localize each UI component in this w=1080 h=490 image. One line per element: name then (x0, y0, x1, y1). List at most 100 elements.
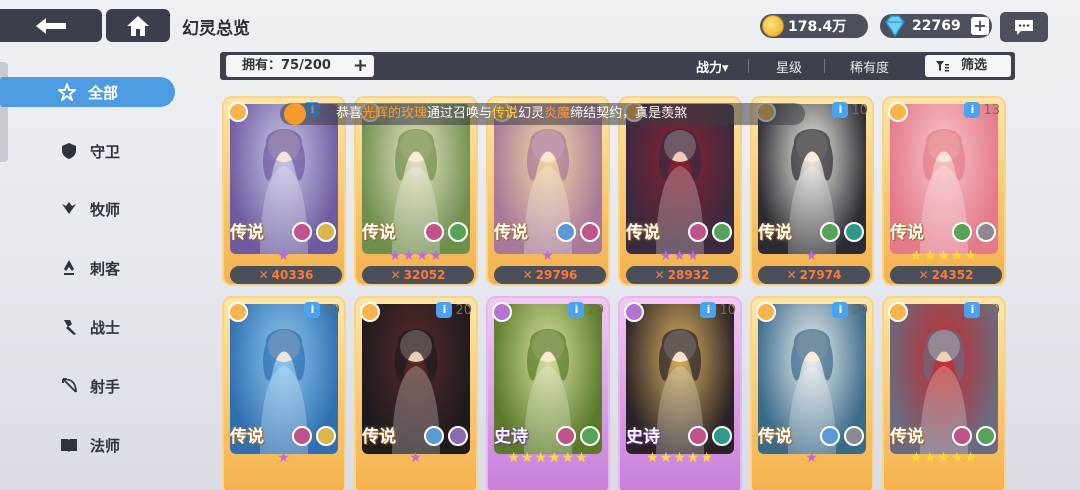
back-arrow-icon (36, 17, 66, 34)
announcement-speaker-icon (284, 103, 306, 125)
hero-stars: ★★★ (659, 248, 701, 264)
hero-card[interactable]: i 13 传说 ★★★★★ ✕ 24352 (882, 96, 1006, 286)
owned-label: 拥有：75/200 (242, 58, 331, 73)
hero-power: ✕ 24352 (890, 266, 1002, 284)
hero-stars: ★ (805, 450, 819, 466)
home-button[interactable] (106, 9, 170, 42)
hero-card[interactable]: i 20 传说 ★ (354, 296, 478, 490)
element-icon (820, 426, 840, 446)
filter-button[interactable]: 筛选 (925, 55, 1011, 77)
divider (824, 59, 825, 73)
level-info-icon: i (304, 302, 321, 318)
hero-level: i 10 (700, 302, 736, 318)
element-icon (952, 222, 972, 242)
hero-level: i20 (964, 302, 1000, 318)
hero-stars: ★★★★★ (910, 248, 978, 264)
announcement-banner: 恭喜光辉的玫瑰通过召唤与传说幻灵炎魔缔结契约，真是羡煞 (280, 103, 805, 125)
swords-icon: ✕ (654, 268, 665, 282)
sidebar-item-label: 全部 (88, 83, 119, 102)
sidebar-item-0[interactable]: 全部 (0, 77, 175, 107)
element-icon (580, 426, 600, 446)
element-icon (688, 426, 708, 446)
element-icon (820, 222, 840, 242)
shield-icon (60, 142, 78, 160)
sidebar-item-1[interactable]: 守卫 (30, 136, 175, 166)
hero-class-icon (624, 302, 644, 322)
element-icon (952, 426, 972, 446)
gold-counter[interactable]: 178.4万 (760, 14, 868, 38)
level-info-icon: i (964, 302, 981, 318)
add-gems-button[interactable]: + (971, 17, 989, 35)
owned-count[interactable]: 拥有：75/200 + (226, 55, 374, 77)
hero-class-icon (228, 302, 248, 322)
chat-bubble-icon (1015, 20, 1033, 35)
level-info-icon: i (832, 102, 849, 118)
hero-level: i20 (832, 302, 868, 318)
hero-level-value: 20 (587, 302, 604, 318)
gem-counter[interactable]: 22769 + (880, 14, 992, 38)
hero-card[interactable]: i 10 史诗 ★★★★★ (618, 296, 742, 490)
book-icon (60, 436, 78, 454)
back-button[interactable] (0, 9, 102, 42)
axe-icon (60, 318, 78, 336)
sidebar-item-5[interactable]: 射手 (30, 371, 175, 401)
hero-card[interactable]: i 20 史诗 ★★★★★★ (486, 296, 610, 490)
element-icon (424, 222, 444, 242)
chat-button[interactable] (1000, 12, 1048, 42)
sidebar-item-6[interactable]: 法师 (30, 430, 175, 460)
hero-level-value: 20 (851, 302, 868, 318)
hero-card[interactable]: i 20 传说 ★ (750, 296, 874, 490)
element-icon (580, 222, 600, 242)
hero-rarity: 传说 (230, 223, 264, 243)
hero-stars: ★ (409, 450, 423, 466)
hero-rarity: 传说 (362, 223, 396, 243)
level-info-icon: i (436, 302, 453, 318)
level-info-icon: i (568, 302, 585, 318)
element-icon (712, 426, 732, 446)
sidebar-item-label: 刺客 (90, 259, 121, 278)
hero-card[interactable]: i 20 传说 ★★★★★ (882, 296, 1006, 490)
hero-level-value: 10 (851, 102, 868, 118)
level-info-icon: i (700, 302, 717, 318)
sidebar-item-2[interactable]: 牧师 (30, 194, 175, 224)
sort-by-star[interactable]: 星级 (776, 57, 802, 76)
element-icon (292, 426, 312, 446)
sort-by-rarity[interactable]: 稀有度 (850, 57, 889, 76)
element-icon (844, 222, 864, 242)
expand-capacity-icon[interactable]: + (353, 55, 368, 77)
wings-icon (60, 200, 78, 218)
hero-stars: ★★★★★★ (507, 450, 589, 466)
announcement-prefix: 恭喜 (336, 106, 363, 121)
hero-power-value: 24352 (931, 268, 974, 282)
element-icon (556, 426, 576, 446)
sidebar-item-3[interactable]: 刺客 (30, 253, 175, 283)
hero-stars: ★ (805, 248, 819, 264)
gold-coin-icon (762, 15, 784, 37)
home-icon (127, 15, 149, 36)
element-icon (448, 426, 468, 446)
hero-rarity: 传说 (758, 427, 792, 447)
hero-class-icon (756, 302, 776, 322)
sidebar-item-4[interactable]: 战士 (30, 312, 175, 342)
hero-card[interactable]: i 20 传说 ★ (222, 296, 346, 490)
hero-rarity: 传说 (362, 427, 396, 447)
announcement-suffix: 缔结契约，真是羡煞 (570, 106, 688, 121)
swords-icon: ✕ (918, 268, 929, 282)
element-icon (976, 426, 996, 446)
hero-level: i20 (568, 302, 604, 318)
hero-rarity: 史诗 (494, 427, 528, 447)
hero-class-icon (228, 102, 248, 122)
announcement-hero: 炎魔 (544, 106, 571, 121)
level-info-icon: i (832, 302, 849, 318)
hero-power-value: 32052 (403, 268, 446, 282)
sidebar-item-label: 法师 (90, 436, 121, 455)
hero-rarity: 传说 (890, 223, 924, 243)
element-icon (844, 426, 864, 446)
hero-power: ✕ 29796 (494, 266, 606, 284)
hero-rarity: 传说 (758, 223, 792, 243)
filter-icon (936, 61, 949, 72)
hero-power: ✕ 40336 (230, 266, 342, 284)
element-icon (424, 426, 444, 446)
sort-by-power[interactable]: 战力▾ (696, 57, 729, 76)
level-info-icon: i (964, 102, 981, 118)
